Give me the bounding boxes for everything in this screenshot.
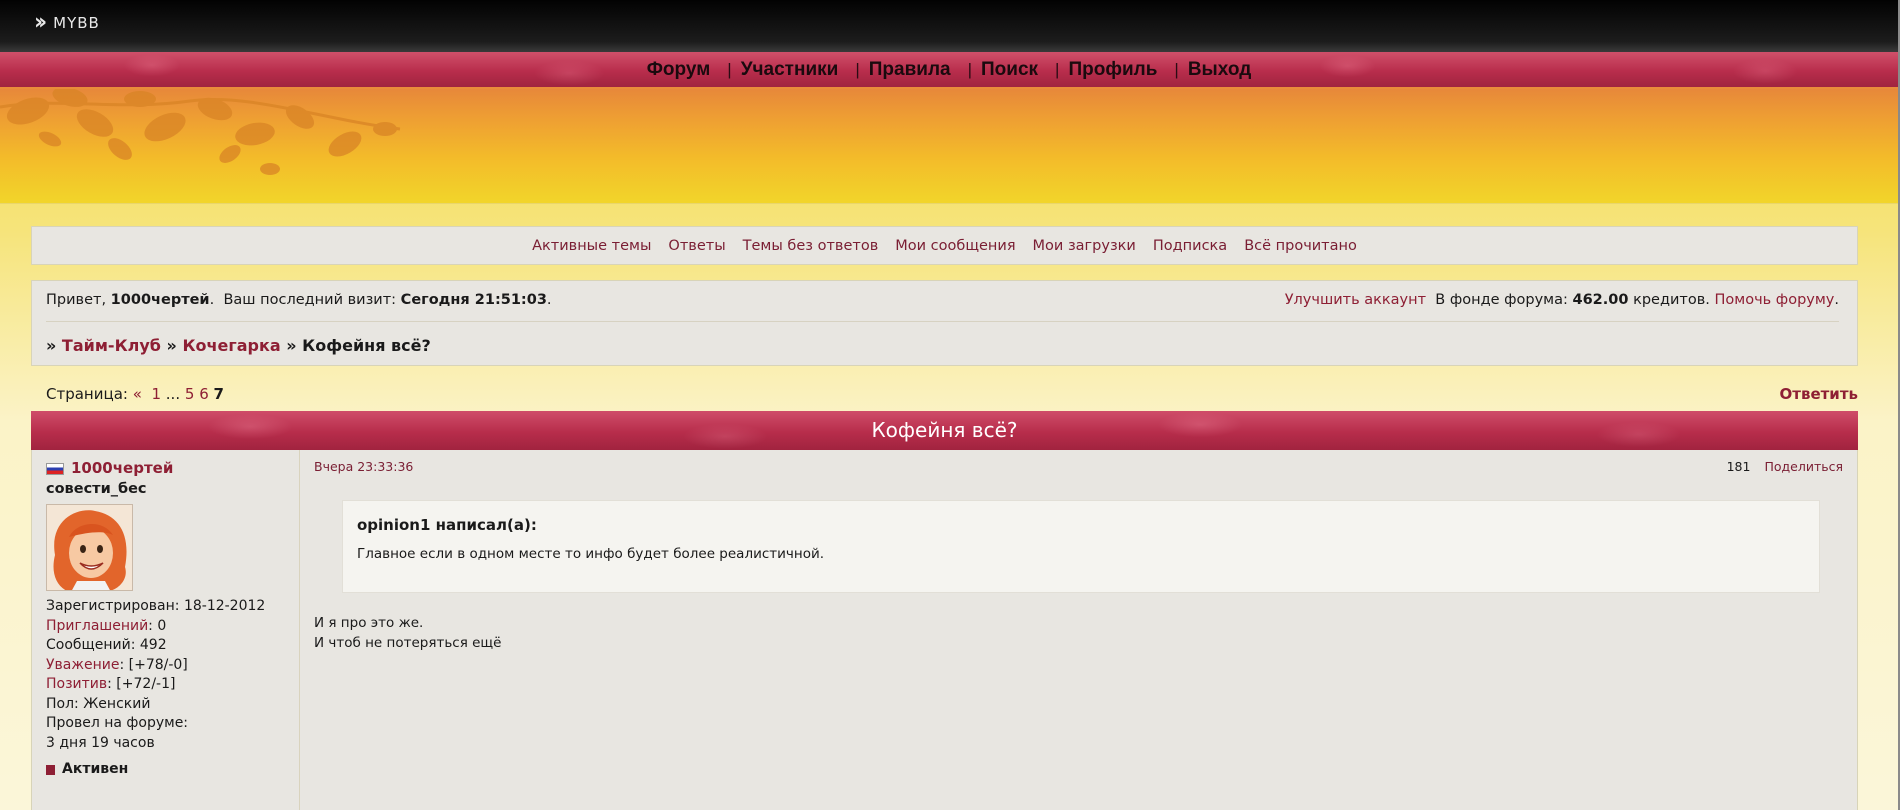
pagination-ellipsis: ... <box>165 385 181 403</box>
nav-separator: | <box>967 59 972 79</box>
orchid-branch-decoration <box>0 89 401 175</box>
help-forum-link[interactable]: Помочь форуму <box>1715 292 1835 308</box>
breadcrumb-separator: » <box>46 336 57 355</box>
avatar-image <box>47 505 132 590</box>
reply-button[interactable]: Ответить <box>1780 385 1859 403</box>
stat-registered: Зарегистрирован: 18-12-2012 <box>46 597 265 617</box>
stat-positive: Позитив: [+72/-1] <box>46 675 265 695</box>
fund-unit: кредитов. <box>1633 292 1710 308</box>
pagination-page[interactable]: 6 <box>199 385 209 403</box>
stat-label: Зарегистрирован: <box>46 598 180 614</box>
breadcrumb-kochegarka[interactable]: Кочегарка <box>182 336 280 355</box>
stat-value: : [+72/-1] <box>107 676 176 692</box>
author-stats: Зарегистрирован: 18-12-2012 Приглашений:… <box>46 597 265 753</box>
status-indicator-icon <box>46 764 55 775</box>
respect-link[interactable]: Уважение <box>46 657 119 673</box>
divider <box>46 321 1839 322</box>
breadcrumb-current: Кофейня всё? <box>302 336 431 355</box>
quicklink-unanswered[interactable]: Темы без ответов <box>743 238 879 254</box>
forum-fund-info: Улучшить аккаунт В фонде форума: 462.00 … <box>1284 292 1839 308</box>
fund-value: 462.00 <box>1572 292 1629 308</box>
nav-separator: | <box>727 59 732 79</box>
pagination-label: Страница: <box>46 385 128 403</box>
breadcrumb-separator: » <box>286 336 297 355</box>
double-chevron-icon: ›› <box>34 10 47 35</box>
post-number: 181 <box>1726 459 1751 474</box>
nav-search[interactable]: Поиск <box>978 59 1041 81</box>
top-bar: ›› MYBB <box>0 0 1898 52</box>
quicklink-my-posts[interactable]: Мои сообщения <box>895 238 1015 254</box>
nav-forum[interactable]: Форум <box>644 59 714 81</box>
upgrade-account-link[interactable]: Улучшить аккаунт <box>1285 292 1426 308</box>
author-title: совести_бес <box>46 481 147 497</box>
post: 1000чертей совести_бес Зарегистрирован: … <box>31 450 1858 810</box>
post-meta: 181 Поделиться <box>1727 459 1843 474</box>
invites-link[interactable]: Приглашений <box>46 618 148 634</box>
stat-online-value: 3 дня 19 часов <box>46 734 155 751</box>
stat-label: Пол: <box>46 695 79 712</box>
quicklink-replies[interactable]: Ответы <box>668 238 725 254</box>
avatar[interactable] <box>46 504 133 591</box>
logo-text: MYBB <box>53 14 100 32</box>
header-banner <box>0 89 1898 204</box>
breadcrumb-time-club[interactable]: Тайм-Клуб <box>62 336 161 355</box>
stat-value: Женский <box>83 695 151 712</box>
post-text: И я про это же. И чтоб не потеряться ещё <box>314 613 501 653</box>
author-name-link[interactable]: 1000чертей <box>71 459 173 479</box>
user-info-panel: Привет, 1000чертей. Ваш последний визит:… <box>31 280 1858 366</box>
quote-box: opinion1 написал(а): Главное если в одно… <box>342 500 1820 593</box>
fund-label: В фонде форума: <box>1435 292 1568 308</box>
stat-value: : [+78/-0] <box>119 656 188 673</box>
pagination-page[interactable]: 1 <box>151 385 161 403</box>
welcome-text: Привет, 1000чертей. Ваш последний визит:… <box>46 292 552 308</box>
main-nav: Форум | Участники | Правила | Поиск | Пр… <box>0 52 1898 89</box>
status-text: Активен <box>62 761 129 777</box>
stat-gender: Пол: Женский <box>46 695 265 715</box>
stat-online-label: Провел на форуме: <box>46 715 189 731</box>
positive-link[interactable]: Позитив <box>46 676 107 692</box>
last-visit-label: Ваш последний визит: <box>223 292 397 308</box>
breadcrumb-separator: » <box>166 336 177 355</box>
current-username: 1000чертей <box>110 292 210 308</box>
share-link[interactable]: Поделиться <box>1764 459 1843 474</box>
quote-text: Главное если в одном месте то инфо будет… <box>357 546 825 562</box>
stat-label: Сообщений: <box>46 637 136 653</box>
pagination-page[interactable]: 5 <box>185 385 195 403</box>
greeting: Привет, <box>46 292 107 308</box>
mybb-logo[interactable]: ›› MYBB <box>34 10 100 35</box>
stat-messages: Сообщений: 492 <box>46 636 265 656</box>
russian-flag-icon <box>46 462 64 475</box>
nav-separator: | <box>1174 59 1179 79</box>
quicklink-mark-read[interactable]: Всё прочитано <box>1244 238 1357 254</box>
nav-logout[interactable]: Выход <box>1185 59 1254 81</box>
nav-rules[interactable]: Правила <box>866 59 954 81</box>
nav-profile[interactable]: Профиль <box>1065 59 1160 81</box>
nav-separator: | <box>1055 59 1060 79</box>
post-body: Вчера 23:33:36 181 Поделиться opinion1 н… <box>314 450 1843 810</box>
pagination-prev[interactable]: « <box>133 385 142 403</box>
quicklink-active-topics[interactable]: Активные темы <box>532 238 651 254</box>
pagination: Страница: « 1 ... 5 6 7 <box>46 385 224 403</box>
stat-value: 492 <box>139 637 167 653</box>
stat-respect: Уважение: [+78/-0] <box>46 656 265 676</box>
post-line: И чтоб не потеряться ещё <box>314 635 502 651</box>
quote-author: opinion1 написал(а): <box>357 516 537 534</box>
post-author-panel: 1000чертей совести_бес Зарегистрирован: … <box>32 450 300 810</box>
quicklinks-bar: Активные темы Ответы Темы без ответов Мо… <box>31 226 1858 265</box>
stat-value: : 0 <box>148 617 167 634</box>
pagination-current: 7 <box>213 385 224 403</box>
stat-invites: Приглашений: 0 <box>46 617 265 637</box>
quicklink-subscriptions[interactable]: Подписка <box>1153 238 1227 254</box>
topic-title: Кофейня всё? <box>31 411 1858 450</box>
nav-separator: | <box>855 59 860 79</box>
breadcrumb: » Тайм-Клуб » Кочегарка » Кофейня всё? <box>46 336 431 355</box>
author-name-row: 1000чертей <box>46 459 173 479</box>
last-visit-value: Сегодня 21:51:03 <box>400 292 547 308</box>
post-line: И я про это же. <box>314 615 424 631</box>
author-status: Активен <box>46 760 128 780</box>
post-date[interactable]: Вчера 23:33:36 <box>314 459 413 474</box>
quicklink-my-uploads[interactable]: Мои загрузки <box>1033 238 1136 254</box>
nav-members[interactable]: Участники <box>738 59 842 81</box>
stat-value: 18-12-2012 <box>183 598 266 614</box>
